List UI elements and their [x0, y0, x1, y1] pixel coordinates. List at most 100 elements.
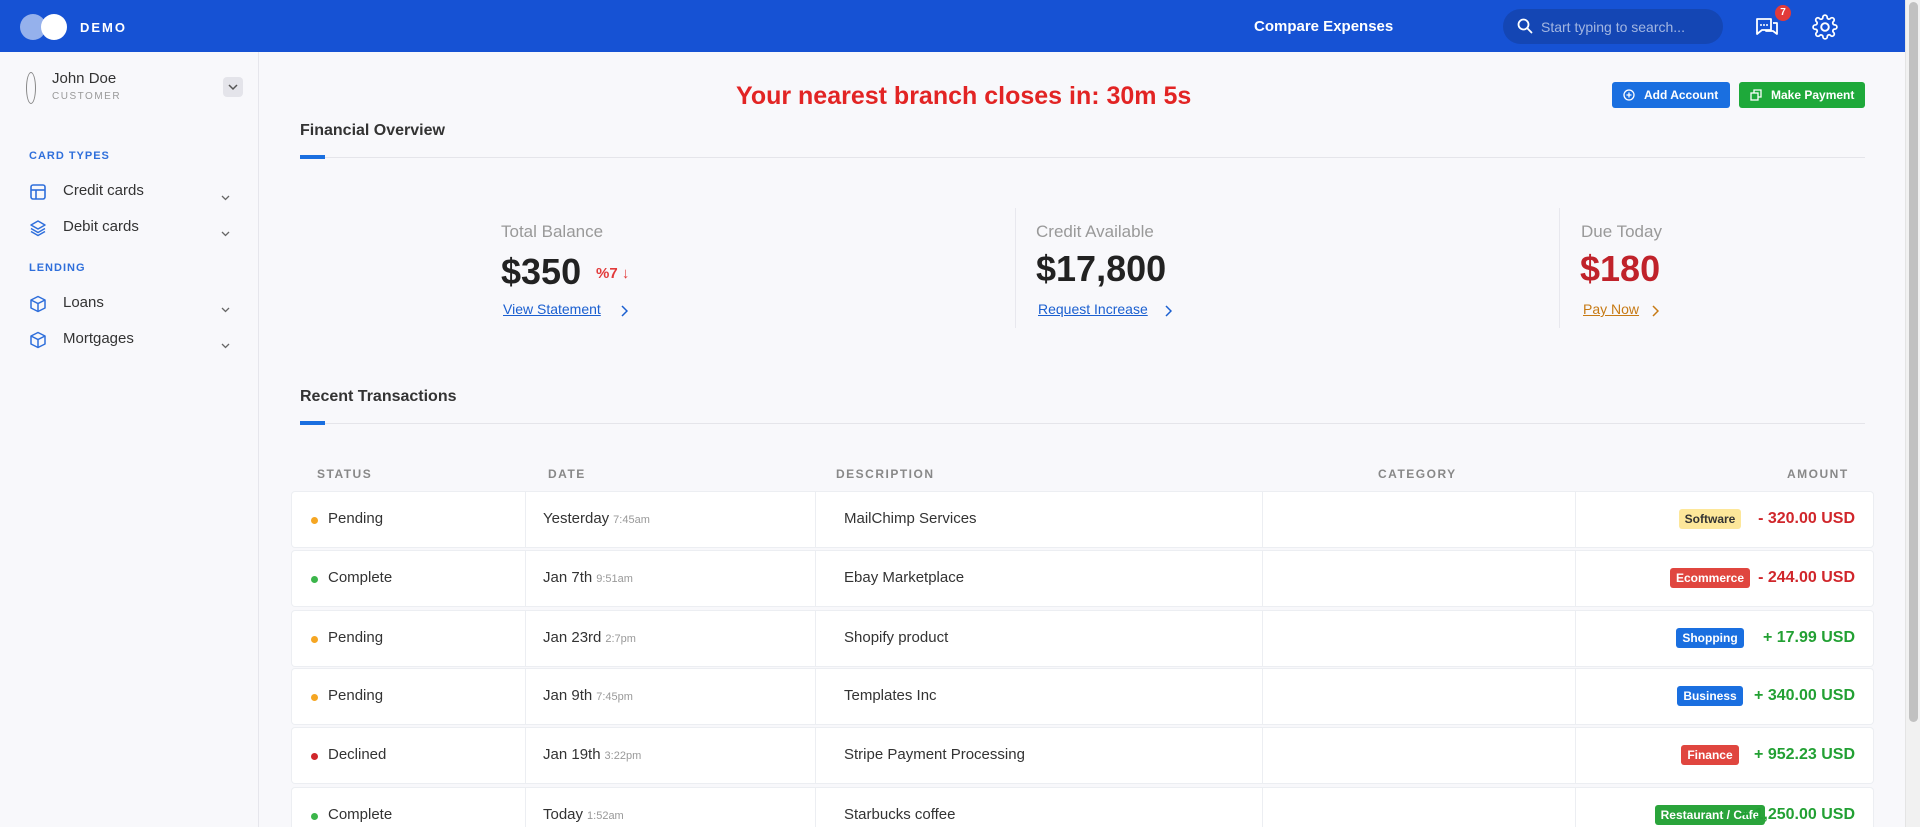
sidebar-item-label: Credit cards: [63, 182, 144, 199]
vertical-scrollbar[interactable]: [1905, 0, 1920, 827]
date-text: Jan 7th: [543, 569, 593, 586]
balance-change-value: %7: [596, 265, 618, 282]
arrow-down-icon: ↓: [617, 265, 630, 282]
amount-text: - 244.00 USD: [1758, 569, 1855, 586]
column-header-description[interactable]: DESCRIPTION: [836, 467, 935, 481]
cell-divider: [1262, 492, 1263, 547]
cell-divider: [1262, 611, 1263, 666]
cell-divider: [525, 669, 526, 724]
cell-divider: [525, 788, 526, 827]
table-row[interactable]: Complete Jan 7th 9:51am Ebay Marketplace Eco…: [292, 551, 1873, 606]
view-statement-link[interactable]: View Statement: [503, 301, 601, 317]
total-balance-label: Total Balance: [501, 222, 604, 241]
credit-available-label: Credit Available: [1036, 222, 1154, 241]
recent-transactions-title: Recent Transactions: [300, 388, 457, 405]
status-text: Pending: [328, 510, 384, 527]
cell-divider: [1262, 551, 1263, 606]
chevron-right-icon: [1652, 304, 1660, 322]
table-row[interactable]: Pending Yesterday 7:45am MailChimp Services…: [292, 492, 1873, 547]
date-text: Jan 23rd: [543, 629, 602, 646]
chevron-down-icon: [221, 188, 230, 206]
compare-expenses-link[interactable]: Compare Expenses: [1254, 18, 1393, 35]
sidebar-item-mortgages[interactable]: Mortgages: [0, 322, 258, 356]
balance-change-badge: %7 ↓: [596, 265, 629, 282]
search-input[interactable]: [1541, 9, 1716, 44]
request-increase-link[interactable]: Request Increase: [1038, 301, 1148, 317]
notification-badge: 7: [1775, 5, 1791, 21]
cell-divider: [1262, 728, 1263, 783]
description-text: Shopify product: [844, 629, 949, 646]
user-menu-toggle[interactable]: [223, 77, 243, 97]
logo[interactable]: [20, 14, 68, 40]
date-cell: Jan 9th 7:45pm: [543, 687, 633, 704]
status-dot: [311, 636, 318, 643]
description-text: Stripe Payment Processing: [844, 746, 1025, 763]
tab-indicator: [300, 155, 325, 159]
status-dot: [311, 517, 318, 524]
status-text: Complete: [328, 806, 393, 823]
top-bar: DEMO Compare Expenses 7: [0, 0, 1905, 52]
plus-circle-icon: [1623, 89, 1635, 104]
table-row[interactable]: Pending Jan 9th 7:45pm Templates Inc Busines…: [292, 669, 1873, 724]
make-payment-label: Make Payment: [1771, 88, 1855, 102]
cell-divider: [525, 728, 526, 783]
description-text: Ebay Marketplace: [844, 569, 965, 586]
cell-divider: [815, 611, 816, 666]
status-dot: [311, 813, 318, 820]
sidebar-item-debit-cards[interactable]: Debit cards: [0, 210, 258, 244]
column-header-category[interactable]: CATEGORY: [1378, 467, 1457, 481]
amount-text: - 320.00 USD: [1758, 510, 1855, 527]
description-text: MailChimp Services: [844, 510, 977, 527]
make-payment-button[interactable]: Make Payment: [1739, 82, 1865, 108]
cell-divider: [525, 611, 526, 666]
chevron-down-icon: [221, 224, 230, 242]
box-icon: [29, 295, 47, 313]
divider: [300, 423, 1865, 424]
search-box[interactable]: [1503, 9, 1723, 44]
copy-icon: [1750, 89, 1762, 104]
sidebar-item-loans[interactable]: Loans: [0, 286, 258, 320]
amount-text: + 340.00 USD: [1754, 687, 1855, 704]
due-today-value: $180: [1580, 248, 1661, 289]
category-badge: Shopping: [1676, 628, 1744, 648]
category-badge: Business: [1677, 686, 1743, 706]
table-row[interactable]: Declined Jan 19th 3:22pm Stripe Payment Pro…: [292, 728, 1873, 783]
user-role: CUSTOMER: [52, 91, 122, 102]
gear-icon[interactable]: [1812, 14, 1838, 40]
layers-icon: [29, 219, 47, 237]
status-text: Declined: [328, 746, 387, 763]
user-name: John Doe: [52, 70, 117, 87]
cell-divider: [525, 492, 526, 547]
date-text: Yesterday: [543, 510, 610, 527]
time-text: 9:51am: [596, 573, 633, 585]
avatar[interactable]: [26, 72, 36, 104]
date-text: Jan 9th: [543, 687, 593, 704]
sidebar-item-label: Loans: [63, 294, 104, 311]
divider: [300, 157, 1865, 158]
column-header-amount[interactable]: AMOUNT: [1787, 467, 1849, 481]
column-header-status[interactable]: STATUS: [317, 467, 372, 481]
column-header-date[interactable]: DATE: [548, 467, 586, 481]
cell-divider: [815, 492, 816, 547]
table-row[interactable]: Pending Jan 23rd 2:7pm Shopify product Shopp…: [292, 611, 1873, 666]
cell-divider: [815, 788, 816, 827]
add-account-button[interactable]: Add Account: [1612, 82, 1730, 108]
pay-now-link[interactable]: Pay Now: [1583, 301, 1639, 317]
sidebar-item-credit-cards[interactable]: Credit cards: [0, 174, 258, 208]
branch-countdown: Your nearest branch closes in: 30m 5s: [736, 82, 1192, 110]
time-text: 2:7pm: [605, 633, 636, 645]
table-row[interactable]: Complete Today 1:52am Starbucks coffee Resta…: [292, 788, 1873, 827]
stat-divider: [1015, 208, 1016, 328]
chevron-right-icon: [621, 304, 629, 322]
status-text: Complete: [328, 569, 393, 586]
cell-divider: [1262, 788, 1263, 827]
category-badge: Software: [1678, 509, 1742, 529]
status-dot: [311, 576, 318, 583]
time-text: 1:52am: [587, 810, 624, 822]
section-title-card-types: CARD TYPES: [29, 150, 110, 162]
credit-available-value: $17,800: [1036, 248, 1167, 289]
amount-text: + 952.23 USD: [1754, 746, 1855, 763]
date-cell: Jan 19th 3:22pm: [543, 746, 641, 763]
chevron-right-icon: [1165, 304, 1173, 322]
box-icon: [29, 331, 47, 349]
